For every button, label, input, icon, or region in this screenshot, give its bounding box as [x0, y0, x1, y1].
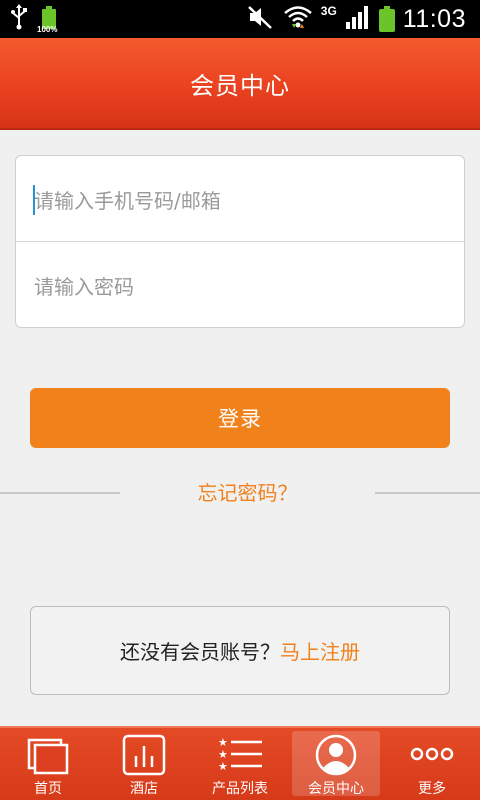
- bottom-navigation: 首页 酒店 ★ ★ ★ 产品列表 会员中心 更多: [0, 726, 480, 800]
- person-icon: [312, 734, 360, 776]
- battery-icon: [378, 6, 395, 32]
- tab-member-center-label: 会员中心: [308, 781, 364, 797]
- clock: 11:03: [402, 4, 466, 33]
- divider-left: [0, 492, 120, 494]
- tab-home[interactable]: 首页: [0, 728, 96, 800]
- tab-more[interactable]: 更多: [384, 728, 480, 800]
- home-windows-icon: [24, 734, 72, 776]
- tab-member-center[interactable]: 会员中心: [288, 728, 384, 800]
- tab-hotel[interactable]: 酒店: [96, 728, 192, 800]
- status-bar: 100% 3G 11:03: [0, 0, 480, 38]
- hotel-bars-icon: [120, 734, 168, 776]
- battery-full-icon: 100%: [37, 6, 58, 34]
- battery-percent: 100%: [37, 25, 58, 34]
- phone-email-input[interactable]: [16, 158, 464, 243]
- login-button[interactable]: 登录: [30, 388, 450, 448]
- network-type: 3G: [320, 4, 337, 18]
- divider-right: [375, 492, 480, 494]
- more-dots-icon: [408, 734, 456, 776]
- register-link[interactable]: 马上注册: [280, 636, 360, 665]
- tab-product-list-label: 产品列表: [212, 781, 268, 797]
- mute-icon: [247, 4, 275, 35]
- page-title: 会员中心: [190, 71, 290, 100]
- text-cursor: [33, 185, 35, 215]
- signal-icon: [345, 4, 371, 35]
- star-list-icon: ★ ★ ★: [216, 734, 264, 776]
- forgot-password-link[interactable]: 忘记密码？: [120, 478, 375, 508]
- wifi-icon: [283, 4, 313, 35]
- tab-home-label: 首页: [34, 781, 62, 797]
- register-prompt-text: 还没有会员账号？: [120, 640, 280, 664]
- divider: [16, 241, 464, 242]
- password-input[interactable]: [16, 244, 464, 329]
- usb-icon: [10, 3, 28, 35]
- tab-hotel-label: 酒店: [130, 781, 158, 797]
- app-header: 会员中心: [0, 38, 480, 130]
- tab-product-list[interactable]: ★ ★ ★ 产品列表: [192, 728, 288, 800]
- login-form: [15, 155, 465, 329]
- svg-text:★: ★: [218, 760, 228, 773]
- register-prompt-box: 还没有会员账号？ 马上注册: [30, 606, 450, 695]
- tab-more-label: 更多: [418, 781, 446, 797]
